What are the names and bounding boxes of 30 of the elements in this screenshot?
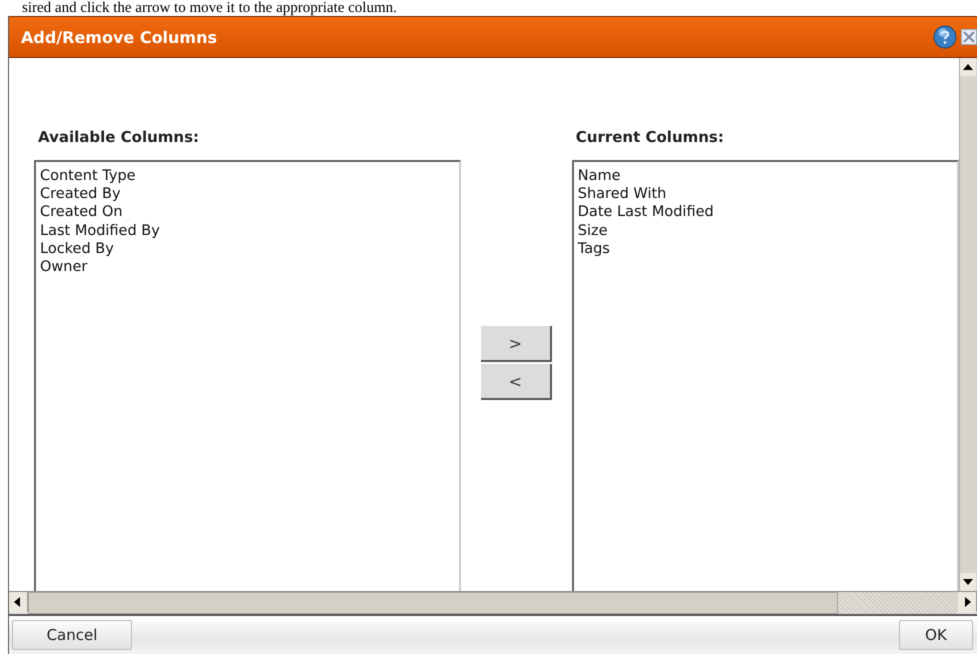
scroll-right-icon[interactable]: [958, 592, 977, 612]
list-item[interactable]: Locked By: [40, 240, 455, 258]
list-item[interactable]: Created On: [40, 203, 455, 222]
vertical-scrollbar[interactable]: [959, 58, 977, 591]
current-columns-list[interactable]: Name Shared With Date Last Modified Size Tags: [572, 160, 959, 591]
list-item[interactable]: Date Last Modified: [578, 203, 953, 222]
list-item[interactable]: Last Modified By: [40, 222, 455, 240]
scroll-down-icon[interactable]: [960, 573, 976, 591]
scroll-left-icon[interactable]: [9, 592, 28, 612]
scroll-up-icon[interactable]: [960, 58, 976, 76]
list-item[interactable]: Size: [578, 222, 953, 240]
dialog-title: Add/Remove Columns: [21, 28, 218, 46]
list-item[interactable]: Tags: [578, 240, 953, 258]
list-item[interactable]: Shared With: [578, 185, 953, 204]
move-right-button[interactable]: >: [480, 326, 552, 362]
available-columns-heading: Available Columns:: [37, 128, 200, 148]
help-icon[interactable]: [933, 25, 957, 49]
instruction-text: sired and click the arrow to move it to the appropriate column.: [21, 0, 398, 16]
scrollbar-thumb[interactable]: [28, 592, 838, 614]
cancel-button[interactable]: Cancel: [12, 620, 132, 650]
current-columns-heading: Current Columns:: [574, 128, 725, 148]
close-icon[interactable]: [961, 29, 977, 45]
list-item[interactable]: Created By: [40, 185, 455, 204]
list-item[interactable]: Content Type: [40, 167, 455, 186]
horizontal-scrollbar[interactable]: [9, 591, 977, 616]
move-left-button[interactable]: <: [480, 364, 552, 400]
available-columns-list[interactable]: Content Type Created By Created On Last Modified By Locked By Owner: [34, 160, 461, 591]
list-item[interactable]: Owner: [40, 258, 455, 276]
ok-button[interactable]: OK: [899, 620, 973, 650]
list-item[interactable]: Name: [578, 167, 953, 186]
